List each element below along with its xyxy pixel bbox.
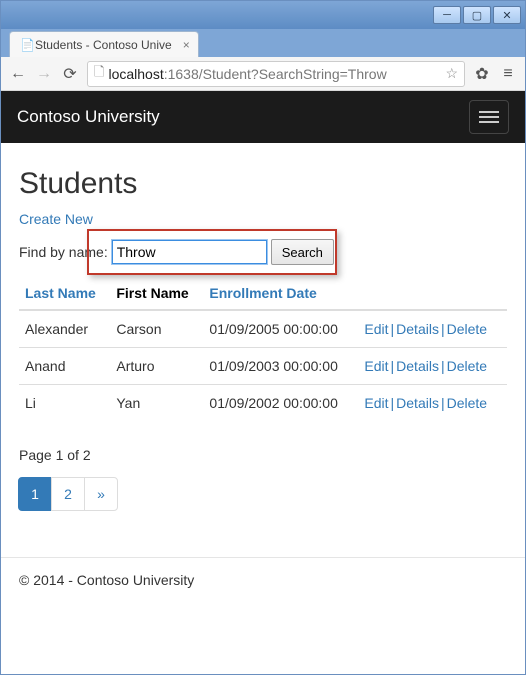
col-last-name[interactable]: Last Name (19, 277, 110, 310)
url-path: /Student?SearchString=Throw (199, 66, 387, 82)
cell-first-name: Carson (110, 310, 203, 348)
cell-last-name: Li (19, 385, 110, 422)
address-bar: ← → ⟳ 🗋 localhost:1638/Student?SearchStr… (1, 57, 525, 91)
minimize-button[interactable]: ─ (433, 6, 461, 24)
page-summary: Page 1 of 2 (19, 447, 507, 463)
cell-actions: Edit|Details|Delete (358, 385, 507, 422)
page-1[interactable]: 1 (18, 477, 52, 511)
delete-link[interactable]: Delete (447, 321, 487, 337)
maximize-button[interactable]: ▢ (463, 6, 491, 24)
sort-enroll-date[interactable]: Enrollment Date (209, 285, 316, 301)
main-content: Students Create New Find by name: Search… (1, 143, 525, 527)
url-port: :1638 (164, 66, 199, 82)
cell-enroll-date: 01/09/2005 00:00:00 (203, 310, 358, 348)
settings-icon[interactable]: ✿ (473, 65, 491, 83)
edit-link[interactable]: Edit (364, 395, 388, 411)
cell-first-name: Arturo (110, 348, 203, 385)
footer-divider (1, 557, 525, 558)
cell-enroll-date: 01/09/2002 00:00:00 (203, 385, 358, 422)
cell-actions: Edit|Details|Delete (358, 348, 507, 385)
close-window-button[interactable]: ✕ (493, 6, 521, 24)
nav-toggle-button[interactable] (469, 100, 509, 134)
delete-link[interactable]: Delete (447, 395, 487, 411)
footer-text: © 2014 - Contoso University (1, 572, 525, 606)
forward-button[interactable]: → (35, 65, 53, 83)
site-navbar: Contoso University (1, 91, 525, 143)
pagination: 12» (19, 477, 507, 511)
table-row: AlexanderCarson01/09/2005 00:00:00Edit|D… (19, 310, 507, 348)
page-title: Students (19, 167, 507, 201)
bookmark-icon[interactable]: ☆ (445, 65, 458, 82)
browser-window: ─ ▢ ✕ 📄 Students - Contoso Unive × ← → ⟳… (0, 0, 526, 675)
col-enroll-date[interactable]: Enrollment Date (203, 277, 358, 310)
page-2[interactable]: 2 (51, 477, 85, 511)
tab-title: Students - Contoso Unive (35, 38, 172, 52)
url-field[interactable]: 🗋 localhost:1638/Student?SearchString=Th… (87, 61, 465, 87)
tab-strip: 📄 Students - Contoso Unive × (1, 29, 525, 57)
cell-last-name: Anand (19, 348, 110, 385)
back-button[interactable]: ← (9, 65, 27, 83)
page-next[interactable]: » (84, 477, 118, 511)
site-icon: 🗋 (94, 63, 104, 85)
delete-link[interactable]: Delete (447, 358, 487, 374)
browser-tab[interactable]: 📄 Students - Contoso Unive × (9, 31, 199, 57)
cell-actions: Edit|Details|Delete (358, 310, 507, 348)
table-row: LiYan01/09/2002 00:00:00Edit|Details|Del… (19, 385, 507, 422)
menu-icon[interactable]: ≡ (499, 65, 517, 83)
col-first-name: First Name (110, 277, 203, 310)
search-input[interactable] (112, 240, 267, 264)
cell-last-name: Alexander (19, 310, 110, 348)
search-button[interactable]: Search (271, 239, 334, 265)
sort-last-name[interactable]: Last Name (25, 285, 96, 301)
close-tab-icon[interactable]: × (183, 38, 190, 52)
page-icon: 📄 (20, 38, 35, 52)
edit-link[interactable]: Edit (364, 358, 388, 374)
window-titlebar: ─ ▢ ✕ (1, 1, 525, 29)
url-host: localhost (108, 66, 163, 82)
details-link[interactable]: Details (396, 395, 439, 411)
table-row: AnandArturo01/09/2003 00:00:00Edit|Detai… (19, 348, 507, 385)
cell-first-name: Yan (110, 385, 203, 422)
page-viewport: Contoso University Students Create New F… (1, 91, 525, 674)
reload-button[interactable]: ⟳ (61, 65, 79, 83)
search-label: Find by name: (19, 244, 108, 260)
edit-link[interactable]: Edit (364, 321, 388, 337)
students-table: Last Name First Name Enrollment Date Ale… (19, 277, 507, 421)
cell-enroll-date: 01/09/2003 00:00:00 (203, 348, 358, 385)
create-new-link[interactable]: Create New (19, 211, 93, 227)
search-row: Find by name: Search (19, 239, 507, 265)
details-link[interactable]: Details (396, 358, 439, 374)
details-link[interactable]: Details (396, 321, 439, 337)
col-actions (358, 277, 507, 310)
brand-label[interactable]: Contoso University (17, 107, 160, 127)
